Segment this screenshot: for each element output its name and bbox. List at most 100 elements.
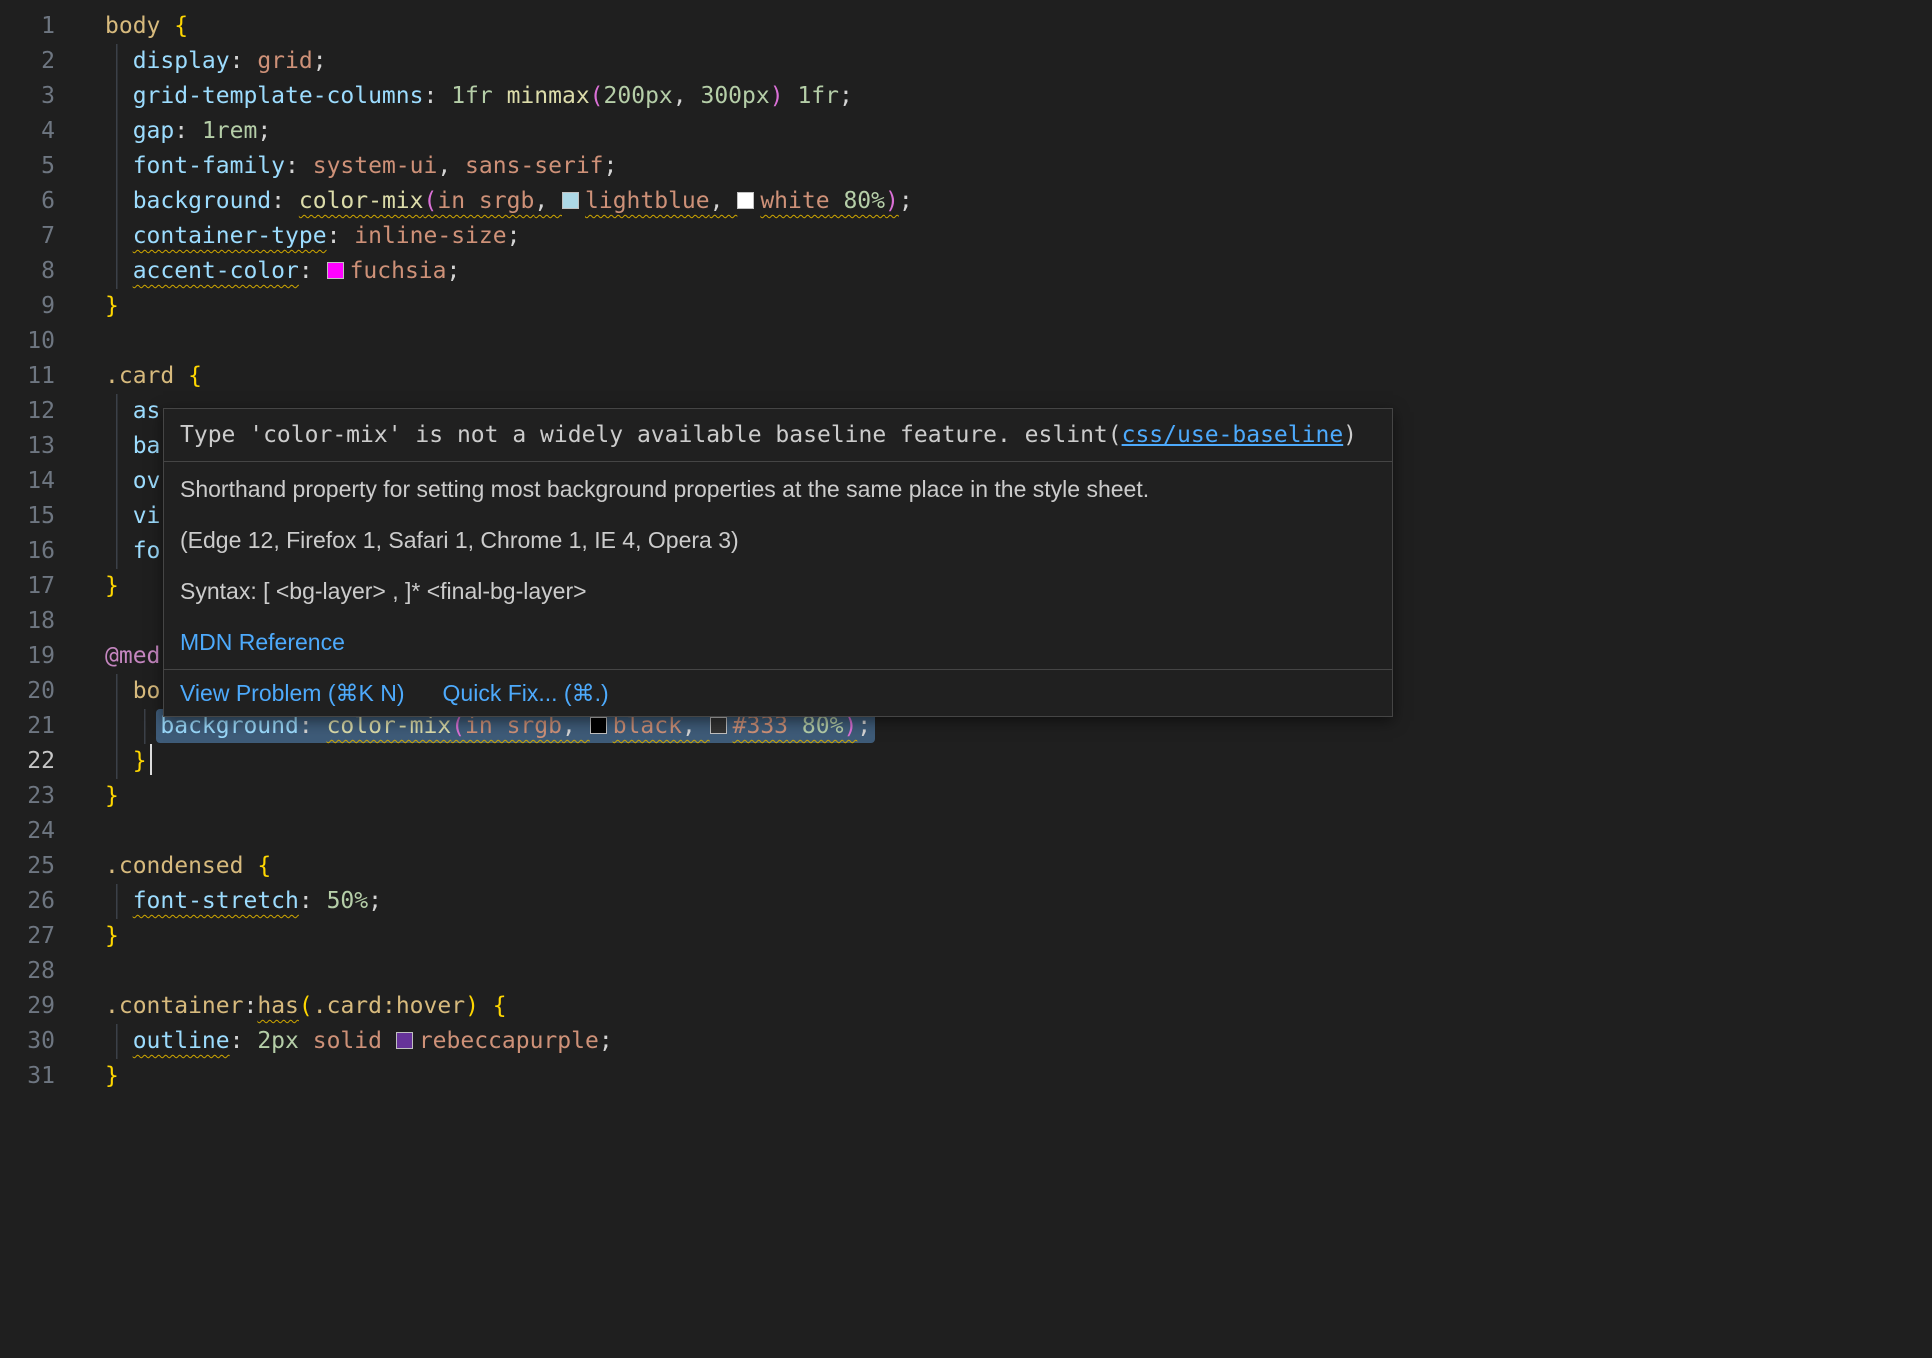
- line-number[interactable]: 27: [0, 919, 55, 954]
- code-token: .card:hover: [313, 993, 465, 1019]
- code-line[interactable]: 4gap: 1rem;: [0, 114, 1932, 149]
- view-problem-link[interactable]: View Problem (⌘K N): [180, 679, 405, 707]
- line-number[interactable]: 2: [0, 44, 55, 79]
- line-number[interactable]: 18: [0, 604, 55, 639]
- code-line[interactable]: 29.container:has(.card:hover) {: [0, 989, 1932, 1024]
- code-token: ;: [257, 118, 271, 144]
- code-token: rebeccapurple: [419, 1028, 599, 1054]
- code-token: }: [105, 293, 119, 319]
- line-number[interactable]: 5: [0, 149, 55, 184]
- line-number[interactable]: 23: [0, 779, 55, 814]
- code-token: :: [174, 118, 202, 144]
- line-number[interactable]: 28: [0, 954, 55, 989]
- code-line[interactable]: 10: [0, 324, 1932, 359]
- code-token: ov: [133, 468, 161, 494]
- code-token: 1fr: [784, 83, 839, 109]
- color-swatch[interactable]: [396, 1032, 413, 1049]
- code-line[interactable]: 1body {: [0, 9, 1932, 44]
- code-token: grid: [257, 48, 312, 74]
- line-number[interactable]: 7: [0, 219, 55, 254]
- code-token: :: [423, 83, 451, 109]
- line-number[interactable]: 3: [0, 79, 55, 114]
- code-token: .condensed: [105, 853, 257, 879]
- code-line[interactable]: 22}: [0, 744, 1932, 779]
- quick-fix-link[interactable]: Quick Fix... (⌘.): [443, 679, 609, 707]
- code-token: in srgb: [437, 188, 534, 214]
- color-swatch[interactable]: [327, 262, 344, 279]
- code-token: display: [133, 48, 230, 74]
- line-number[interactable]: 17: [0, 569, 55, 604]
- code-token: lightblue: [585, 188, 710, 214]
- code-line[interactable]: 25.condensed {: [0, 849, 1932, 884]
- code-token: {: [493, 993, 507, 1019]
- line-number[interactable]: 21: [0, 709, 55, 744]
- mdn-reference-link[interactable]: MDN Reference: [180, 629, 345, 655]
- code-token: .card: [105, 363, 188, 389]
- line-number[interactable]: 14: [0, 464, 55, 499]
- code-line[interactable]: 11.card {: [0, 359, 1932, 394]
- line-number[interactable]: 4: [0, 114, 55, 149]
- eslint-rule-link[interactable]: css/use-baseline: [1122, 422, 1344, 448]
- line-number[interactable]: 10: [0, 324, 55, 359]
- code-line[interactable]: 6background: color-mix(in srgb, lightblu…: [0, 184, 1932, 219]
- code-line[interactable]: 28: [0, 954, 1932, 989]
- line-number[interactable]: 13: [0, 429, 55, 464]
- code-line-content: accent-color: fuchsia;: [105, 254, 460, 289]
- line-number[interactable]: 15: [0, 499, 55, 534]
- line-number[interactable]: 12: [0, 394, 55, 429]
- line-number[interactable]: 26: [0, 884, 55, 919]
- code-token: color-mix: [299, 188, 424, 214]
- line-number[interactable]: 22: [0, 744, 55, 779]
- hover-tooltip: Type 'color-mix' is not a widely availab…: [163, 408, 1393, 717]
- code-line[interactable]: 31}: [0, 1059, 1932, 1094]
- code-line[interactable]: 7container-type: inline-size;: [0, 219, 1932, 254]
- color-swatch[interactable]: [562, 192, 579, 209]
- code-token: }: [133, 748, 147, 774]
- color-swatch[interactable]: [737, 192, 754, 209]
- line-number[interactable]: 1: [0, 9, 55, 44]
- code-line[interactable]: 24: [0, 814, 1932, 849]
- line-number[interactable]: 30: [0, 1024, 55, 1059]
- line-number[interactable]: 11: [0, 359, 55, 394]
- line-number[interactable]: 29: [0, 989, 55, 1024]
- diagnostic-message: Type 'color-mix' is not a widely availab…: [164, 409, 1392, 462]
- line-number[interactable]: 19: [0, 639, 55, 674]
- warning-squiggle-group: outline: [133, 1028, 230, 1054]
- warning-squiggle-group: has: [257, 993, 299, 1019]
- indent-guide: [105, 79, 133, 114]
- code-token: [479, 993, 493, 1019]
- code-line[interactable]: 3 grid-template-columns: 1fr minmax(200px…: [0, 79, 1932, 114]
- line-number[interactable]: 8: [0, 254, 55, 289]
- line-number[interactable]: 24: [0, 814, 55, 849]
- code-line-content: grid-template-columns: 1fr minmax(200px,…: [105, 79, 853, 114]
- code-line[interactable]: 30outline: 2px solid rebeccapurple;: [0, 1024, 1932, 1059]
- indent-guide: [105, 219, 133, 254]
- line-number[interactable]: 31: [0, 1059, 55, 1094]
- color-swatch[interactable]: [710, 717, 727, 734]
- code-token: :: [271, 188, 299, 214]
- code-line[interactable]: 5font-family: system-ui, sans-serif;: [0, 149, 1932, 184]
- line-number[interactable]: 16: [0, 534, 55, 569]
- line-number[interactable]: 9: [0, 289, 55, 324]
- code-token: fo: [133, 538, 161, 564]
- code-line[interactable]: 27}: [0, 919, 1932, 954]
- code-line[interactable]: 9}: [0, 289, 1932, 324]
- code-token: :: [327, 223, 355, 249]
- code-line[interactable]: 23}: [0, 779, 1932, 814]
- code-token: outline: [133, 1028, 230, 1054]
- indent-guide: [105, 44, 133, 79]
- code-line[interactable]: 26font-stretch: 50%;: [0, 884, 1932, 919]
- code-token: 2px: [257, 1028, 312, 1054]
- code-line-content: }: [105, 569, 119, 604]
- browser-support: (Edge 12, Firefox 1, Safari 1, Chrome 1,…: [180, 525, 1376, 555]
- code-line[interactable]: 2display: grid;: [0, 44, 1932, 79]
- code-line[interactable]: 8 accent-color: fuchsia;: [0, 254, 1932, 289]
- code-token: ): [465, 993, 479, 1019]
- color-swatch[interactable]: [590, 717, 607, 734]
- line-number[interactable]: 25: [0, 849, 55, 884]
- code-token: body: [105, 13, 174, 39]
- line-number[interactable]: 6: [0, 184, 55, 219]
- line-number[interactable]: 20: [0, 674, 55, 709]
- code-token: @med: [105, 643, 160, 669]
- code-token: }: [105, 923, 119, 949]
